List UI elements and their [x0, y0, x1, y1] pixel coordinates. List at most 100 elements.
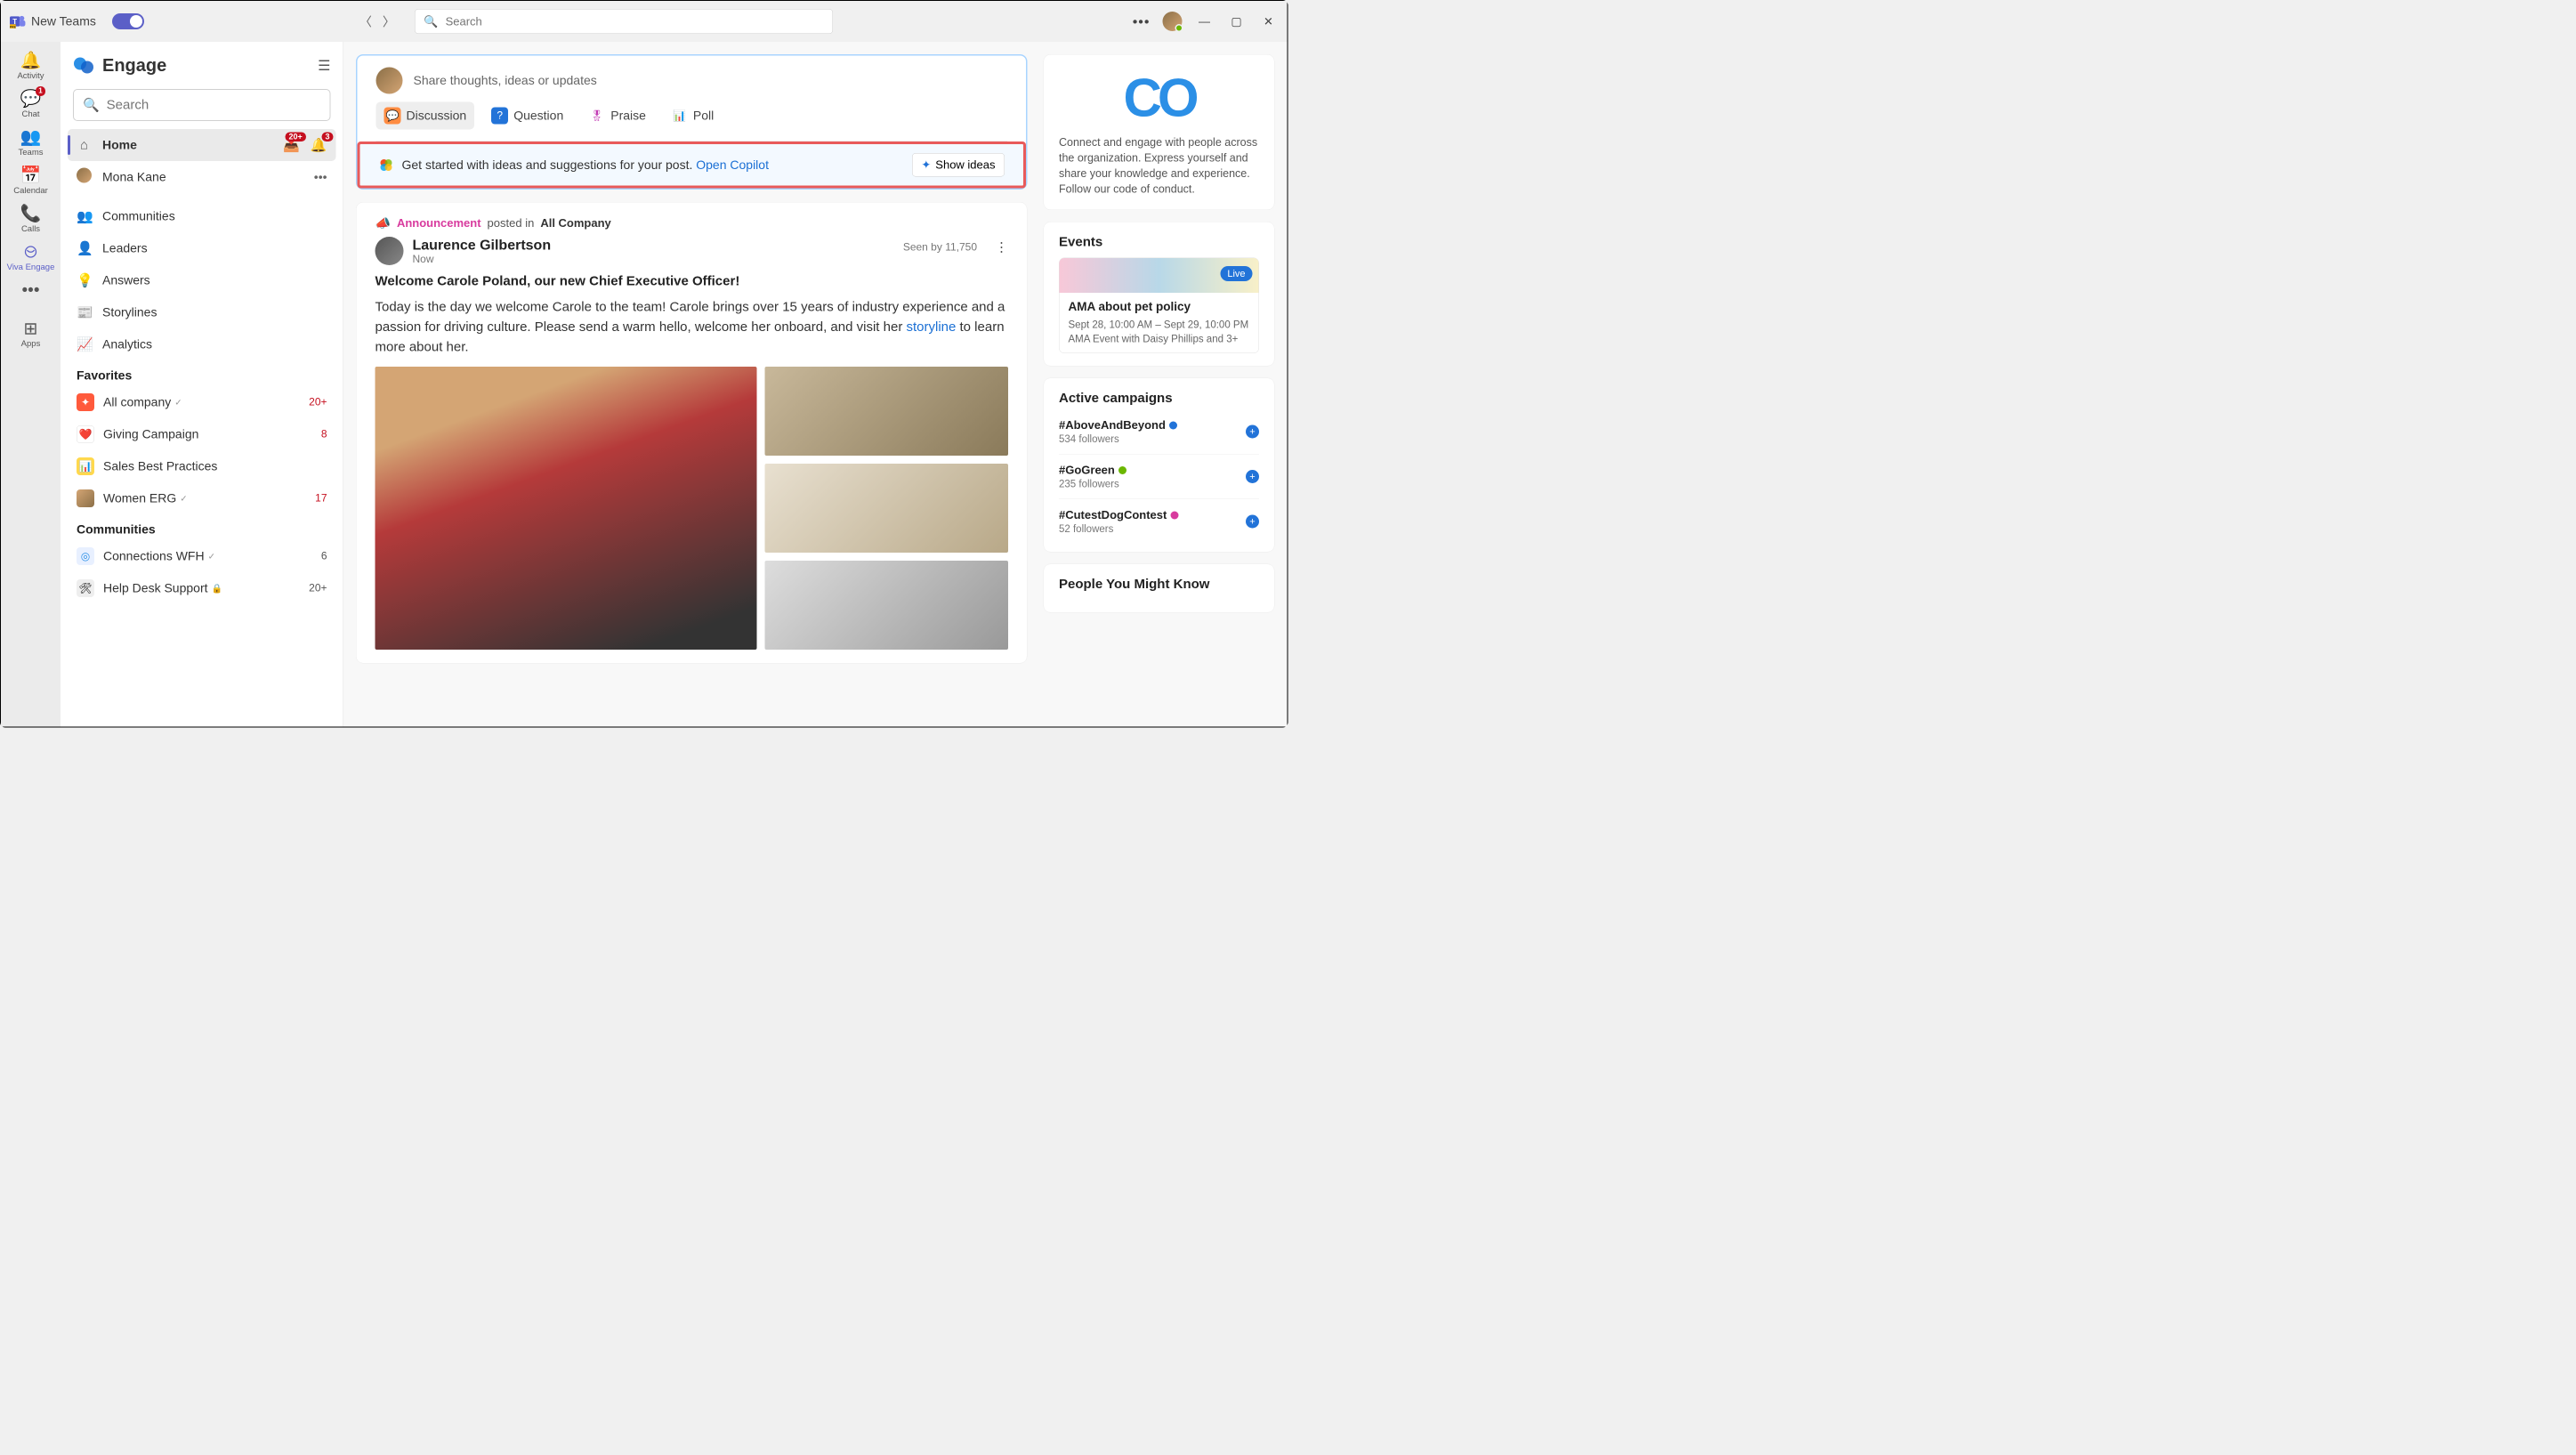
more-icon[interactable]: ••• — [314, 170, 327, 184]
rail-activity[interactable]: 🔔 Activity — [6, 47, 55, 84]
avatar-icon — [77, 168, 92, 187]
seen-by[interactable]: Seen by 11,750 — [903, 241, 977, 254]
post-announcement-header: 📣 Announcement posted in All Company — [375, 216, 1009, 231]
post-image-2[interactable] — [765, 367, 1009, 456]
megaphone-icon: 📣 — [375, 216, 391, 231]
tab-praise[interactable]: 🎖 Praise — [580, 102, 654, 130]
inbox-icon[interactable]: 📥20+ — [283, 137, 300, 153]
rail-more[interactable]: ••• — [6, 277, 55, 303]
composer: Share thoughts, ideas or updates 💬 Discu… — [356, 54, 1028, 190]
event-banner: Live — [1060, 258, 1259, 293]
comm-connections-wfh[interactable]: ◎ Connections WFH✓ 6 — [61, 540, 343, 572]
maximize-button[interactable]: ▢ — [1227, 12, 1247, 31]
global-search[interactable]: 🔍 — [415, 9, 833, 34]
post-image-main[interactable] — [375, 367, 757, 650]
copilot-banner: Get started with ideas and suggestions f… — [358, 141, 1027, 189]
show-ideas-button[interactable]: ✦ Show ideas — [912, 153, 1005, 177]
community-icon: ✦ — [77, 393, 94, 411]
nav-forward-button[interactable]: 〉 — [379, 12, 399, 31]
composer-placeholder: Share thoughts, ideas or updates — [414, 74, 597, 88]
tab-discussion[interactable]: 💬 Discussion — [376, 102, 475, 130]
fav-sales-best-practices[interactable]: 📊 Sales Best Practices — [61, 450, 343, 482]
fav-all-company[interactable]: ✦ All company✓ 20+ — [61, 386, 343, 418]
post-more-button[interactable]: ⋮ — [995, 239, 1008, 255]
post-time: Now — [413, 254, 552, 266]
communities-icon: 👥 — [77, 208, 92, 224]
leaders-icon: 👤 — [77, 240, 92, 256]
post-community-link[interactable]: All Company — [540, 216, 610, 230]
rail-teams[interactable]: 👥 Teams — [6, 124, 55, 160]
follow-button[interactable]: + — [1246, 515, 1259, 529]
engage-search[interactable]: 🔍 — [73, 89, 331, 121]
event-item[interactable]: Live AMA about pet policy Sept 28, 10:00… — [1059, 258, 1259, 354]
new-teams-toggle[interactable] — [112, 13, 144, 29]
people-card: People You Might Know — [1044, 564, 1275, 613]
more-button[interactable]: ••• — [1133, 13, 1151, 30]
post-image-3[interactable] — [765, 464, 1009, 553]
engage-title: Engage — [102, 55, 166, 76]
community-icon: ❤️ — [77, 425, 94, 443]
user-avatar[interactable] — [1163, 12, 1183, 31]
storyline-link[interactable]: storyline — [906, 319, 956, 335]
teams-icon: TPRE — [10, 13, 26, 29]
open-copilot-link[interactable]: Open Copilot — [696, 158, 769, 172]
post-body: Today is the day we welcome Carole to th… — [375, 297, 1009, 358]
app-rail: 🔔 Activity 💬 1 Chat 👥 Teams 📅 Calendar 📞… — [1, 42, 61, 727]
engage-search-input[interactable] — [107, 98, 321, 113]
calendar-icon: 📅 — [20, 166, 42, 185]
nav-storylines[interactable]: 📰 Storylines — [68, 296, 336, 328]
verified-icon: ✓ — [208, 551, 215, 562]
composer-input-row[interactable]: Share thoughts, ideas or updates — [376, 68, 1008, 94]
close-button[interactable]: ✕ — [1259, 12, 1279, 31]
rail-calendar[interactable]: 📅 Calendar — [6, 162, 55, 198]
tab-question[interactable]: ? Question — [483, 102, 571, 130]
answers-icon: 💡 — [77, 272, 92, 288]
rail-chat[interactable]: 💬 1 Chat — [6, 85, 55, 122]
lock-icon: 🔒 — [212, 583, 222, 594]
favorites-header: Favorites — [61, 360, 343, 386]
rail-viva-engage[interactable]: Viva Engage — [6, 238, 55, 275]
follow-button[interactable]: + — [1246, 470, 1259, 483]
post-title: Welcome Carole Poland, our new Chief Exe… — [375, 274, 1009, 289]
hamburger-icon[interactable]: ☰ — [318, 57, 330, 74]
about-card: CO Connect and engage with people across… — [1044, 54, 1275, 210]
event-title: AMA about pet policy — [1069, 300, 1250, 314]
nav-home[interactable]: ⌂ Home 📥20+ 🔔3 — [68, 129, 336, 161]
author-avatar[interactable] — [375, 237, 404, 265]
events-header: Events — [1059, 235, 1259, 250]
fav-women-erg[interactable]: Women ERG✓ 17 — [61, 482, 343, 514]
community-icon: 📊 — [77, 457, 94, 475]
follow-button[interactable]: + — [1246, 425, 1259, 439]
nav-answers[interactable]: 💡 Answers — [68, 264, 336, 296]
post-image-4[interactable] — [765, 561, 1009, 650]
post-card: 📣 Announcement posted in All Company Lau… — [356, 202, 1028, 664]
verified-icon: ✓ — [174, 397, 182, 408]
tab-poll[interactable]: 📊 Poll — [663, 102, 722, 130]
verified-icon — [1169, 421, 1177, 429]
rail-calls[interactable]: 📞 Calls — [6, 200, 55, 237]
campaign-item[interactable]: #AboveAndBeyond 534 followers + — [1059, 414, 1259, 449]
communities-header: Communities — [61, 514, 343, 540]
post-images[interactable] — [375, 367, 1009, 650]
minimize-button[interactable]: — — [1195, 12, 1215, 31]
nav-user[interactable]: Mona Kane ••• — [68, 161, 336, 193]
nav-back-button[interactable]: 〈 — [356, 12, 375, 31]
svg-text:PRE: PRE — [10, 25, 17, 28]
verified-icon — [1118, 466, 1126, 474]
campaign-item[interactable]: #CutestDogContest 52 followers + — [1059, 504, 1259, 539]
nav-analytics[interactable]: 📈 Analytics — [68, 328, 336, 360]
author-name[interactable]: Laurence Gilbertson — [413, 237, 552, 254]
nav-communities[interactable]: 👥 Communities — [68, 200, 336, 232]
comm-help-desk[interactable]: 🛠 Help Desk Support🔒 20+ — [61, 572, 343, 604]
nav-leaders[interactable]: 👤 Leaders — [68, 232, 336, 264]
global-search-input[interactable] — [446, 14, 824, 28]
notifications-icon[interactable]: 🔔3 — [311, 137, 327, 153]
fav-giving-campaign[interactable]: ❤️ Giving Campaign 8 — [61, 418, 343, 450]
rail-apps[interactable]: ⊞ Apps — [6, 315, 55, 352]
campaign-item[interactable]: #GoGreen 235 followers + — [1059, 459, 1259, 495]
engage-header: Engage ☰ — [61, 42, 343, 89]
user-avatar — [376, 68, 403, 94]
brand: TPRE New Teams — [10, 13, 96, 29]
teams-icon: 👥 — [20, 127, 42, 147]
poll-icon: 📊 — [671, 108, 688, 125]
